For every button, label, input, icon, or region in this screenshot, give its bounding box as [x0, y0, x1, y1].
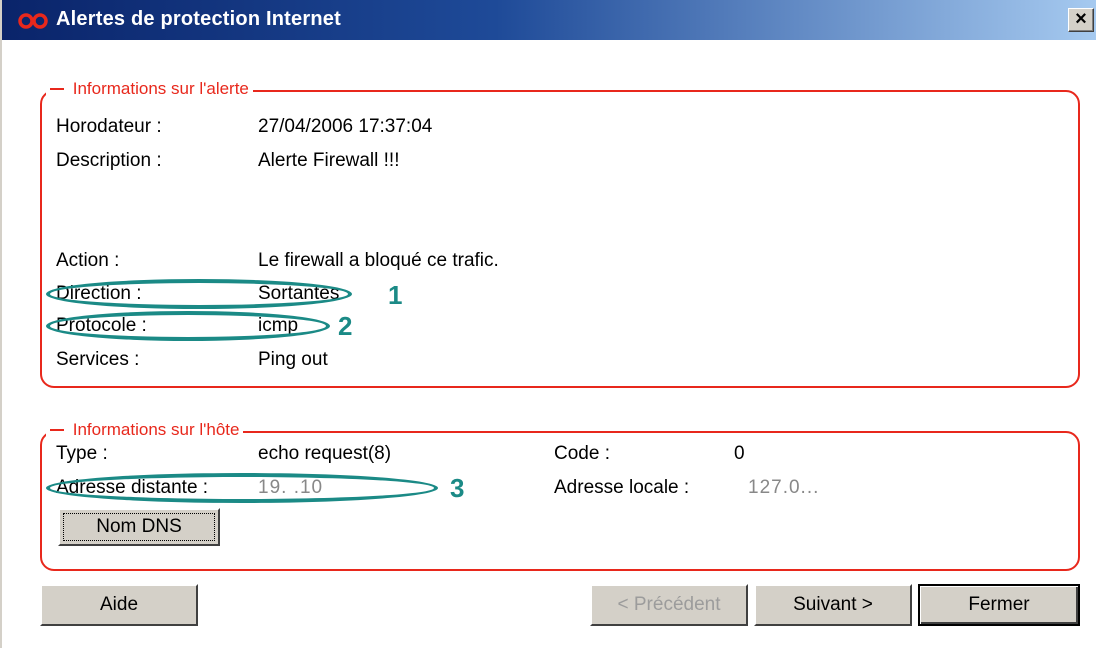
help-button[interactable]: Aide: [40, 584, 198, 626]
code-value: 0: [734, 443, 745, 464]
close-icon: ×: [1075, 8, 1087, 30]
timestamp-value: 27/04/2006 17:37:04: [258, 116, 433, 137]
previous-button[interactable]: < Précédent: [590, 584, 748, 626]
annotation-number-1: 1: [388, 280, 403, 310]
alert-info-legend: Informations sur l'alerte: [46, 79, 253, 99]
local-address-label: Adresse locale :: [554, 477, 690, 498]
action-value: Le firewall a bloqué ce trafic.: [258, 250, 499, 271]
infinity-logo-icon: [18, 13, 48, 29]
annotation-number-2: 2: [338, 311, 353, 341]
annotation-ellipse-direction: [46, 279, 352, 309]
services-label: Services :: [56, 349, 140, 370]
code-label: Code :: [554, 443, 610, 464]
description-value: Alerte Firewall !!!: [258, 150, 400, 171]
close-window-button[interactable]: ×: [1068, 8, 1094, 32]
window-title: Alertes de protection Internet: [56, 8, 341, 30]
timestamp-label: Horodateur :: [56, 116, 162, 137]
services-value: Ping out: [258, 349, 328, 370]
action-label: Action :: [56, 250, 120, 271]
host-info-legend-text: Informations sur l'hôte: [72, 420, 240, 439]
type-value: echo request(8): [258, 443, 392, 464]
alert-info-legend-text: Informations sur l'alerte: [72, 79, 249, 98]
alert-dialog-window: Alertes de protection Internet × Informa…: [0, 0, 1096, 648]
type-label: Type :: [56, 443, 108, 464]
annotation-number-3: 3: [450, 473, 465, 503]
local-address-value: 127.0...: [748, 477, 820, 498]
annotation-ellipse-remote-address: [46, 473, 438, 503]
next-button[interactable]: Suivant >: [754, 584, 912, 626]
dns-name-button[interactable]: Nom DNS: [58, 508, 220, 546]
description-label: Description :: [56, 150, 162, 171]
annotation-ellipse-protocol: [46, 311, 330, 341]
close-button[interactable]: Fermer: [918, 584, 1080, 626]
alert-info-group: [40, 90, 1080, 388]
host-info-legend: Informations sur l'hôte: [46, 420, 244, 440]
title-bar[interactable]: Alertes de protection Internet ×: [2, 0, 1096, 40]
